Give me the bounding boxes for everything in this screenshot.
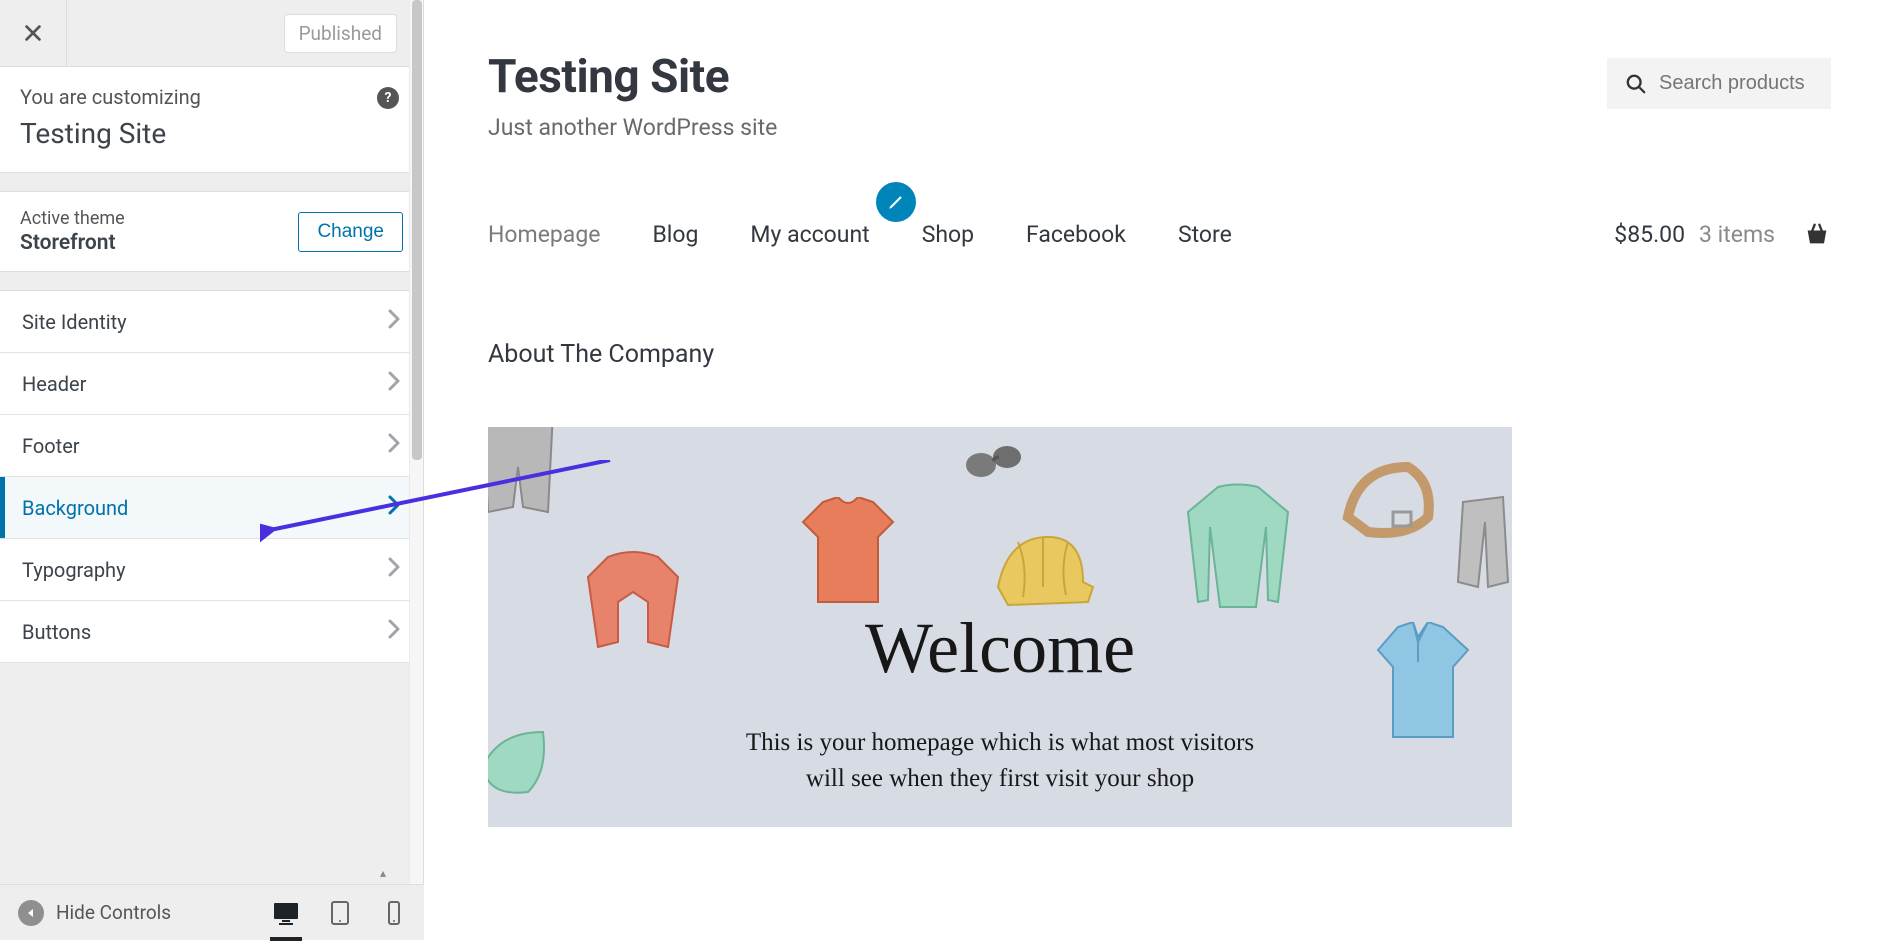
theme-label: Active theme (20, 208, 125, 229)
jacket-icon (1453, 492, 1512, 592)
cart-total: $85.00 (1614, 221, 1685, 248)
green-item-icon (488, 722, 548, 802)
close-button[interactable] (0, 0, 67, 67)
homepage-hero: Welcome This is your homepage which is w… (488, 427, 1512, 827)
menu-item-label: Header (22, 372, 86, 396)
chevron-right-icon (387, 618, 401, 645)
basket-icon (1803, 220, 1831, 248)
search-icon (1625, 73, 1647, 95)
chevron-right-icon (387, 556, 401, 583)
chevron-right-icon (387, 308, 401, 335)
nav-link-store[interactable]: Store (1178, 221, 1232, 248)
shorts-icon (488, 427, 558, 517)
customizer-context: You are customizing Testing Site ? (0, 67, 423, 173)
pencil-icon (887, 193, 905, 211)
theme-name: Storefront (20, 231, 125, 255)
chevron-right-icon (387, 432, 401, 459)
long-sleeve-icon (1178, 482, 1298, 612)
context-label: You are customizing (20, 85, 403, 109)
menu-item-label: Footer (22, 434, 80, 458)
section-spacer (0, 173, 423, 191)
menu-item-background[interactable]: Background (0, 477, 423, 539)
close-icon (22, 22, 44, 44)
polo-icon (1368, 622, 1478, 742)
menu-item-footer[interactable]: Footer (0, 415, 423, 477)
mobile-preview-button[interactable] (380, 899, 408, 927)
nav-link-myaccount[interactable]: My account (750, 221, 869, 248)
active-theme-block: Active theme Storefront Change (0, 191, 423, 272)
menu-item-header[interactable]: Header (0, 353, 423, 415)
nav-link-facebook[interactable]: Facebook (1026, 221, 1126, 248)
customizer-menu: Site Identity Header Footer Background (0, 290, 423, 663)
cart-count: 3 items (1699, 221, 1775, 248)
menu-item-label: Site Identity (22, 310, 127, 334)
about-heading: About The Company (488, 340, 1885, 369)
sunglasses-icon (963, 437, 1023, 487)
chevron-right-icon (387, 370, 401, 397)
published-status: Published (284, 14, 397, 53)
help-button[interactable]: ? (377, 87, 399, 109)
device-preview-group (272, 899, 408, 927)
customizer-topbar: Published (0, 0, 423, 67)
scrollbar-thumb[interactable] (412, 0, 422, 460)
edit-shortcut-button[interactable] (876, 182, 916, 222)
expand-caret-icon: ▴ (380, 866, 386, 880)
hero-title: Welcome (865, 607, 1135, 690)
section-spacer (0, 272, 423, 290)
cart-summary[interactable]: $85.00 3 items (1614, 220, 1831, 248)
nav-link-homepage[interactable]: Homepage (488, 221, 600, 248)
tshirt-icon (798, 497, 898, 607)
desktop-preview-button[interactable] (272, 899, 300, 927)
search-input[interactable] (1659, 72, 1813, 95)
collapse-icon (18, 900, 44, 926)
mobile-icon (380, 899, 408, 927)
site-preview: Testing Site Just another WordPress site… (424, 0, 1885, 940)
publish-status-area: Published (67, 14, 423, 53)
help-icon: ? (385, 90, 392, 106)
product-search[interactable] (1607, 58, 1831, 109)
hero-text: This is your homepage which is what most… (720, 725, 1280, 798)
tablet-icon (326, 899, 354, 927)
tablet-preview-button[interactable] (326, 899, 354, 927)
menu-item-site-identity[interactable]: Site Identity (0, 291, 423, 353)
customizer-footer: Hide Controls (0, 884, 424, 940)
menu-item-buttons[interactable]: Buttons (0, 601, 423, 663)
menu-item-label: Buttons (22, 620, 91, 644)
sidebar-scrollbar[interactable] (409, 0, 423, 940)
belt-icon (1338, 457, 1438, 547)
hide-controls-button[interactable]: Hide Controls (0, 900, 272, 926)
sweater-icon (578, 547, 688, 657)
change-theme-button[interactable]: Change (298, 212, 403, 252)
menu-item-typography[interactable]: Typography (0, 539, 423, 601)
customizer-sidebar: Published You are customizing Testing Si… (0, 0, 424, 940)
chevron-right-icon (387, 494, 401, 521)
menu-item-label: Background (22, 496, 128, 520)
desktop-icon (272, 899, 300, 927)
cap-icon (988, 527, 1098, 617)
context-site-name: Testing Site (20, 117, 403, 150)
menu-item-label: Typography (22, 558, 126, 582)
site-tagline: Just another WordPress site (488, 114, 1885, 141)
nav-link-shop[interactable]: Shop (922, 221, 974, 248)
nav-link-blog[interactable]: Blog (652, 221, 698, 248)
hide-controls-label: Hide Controls (56, 901, 171, 924)
